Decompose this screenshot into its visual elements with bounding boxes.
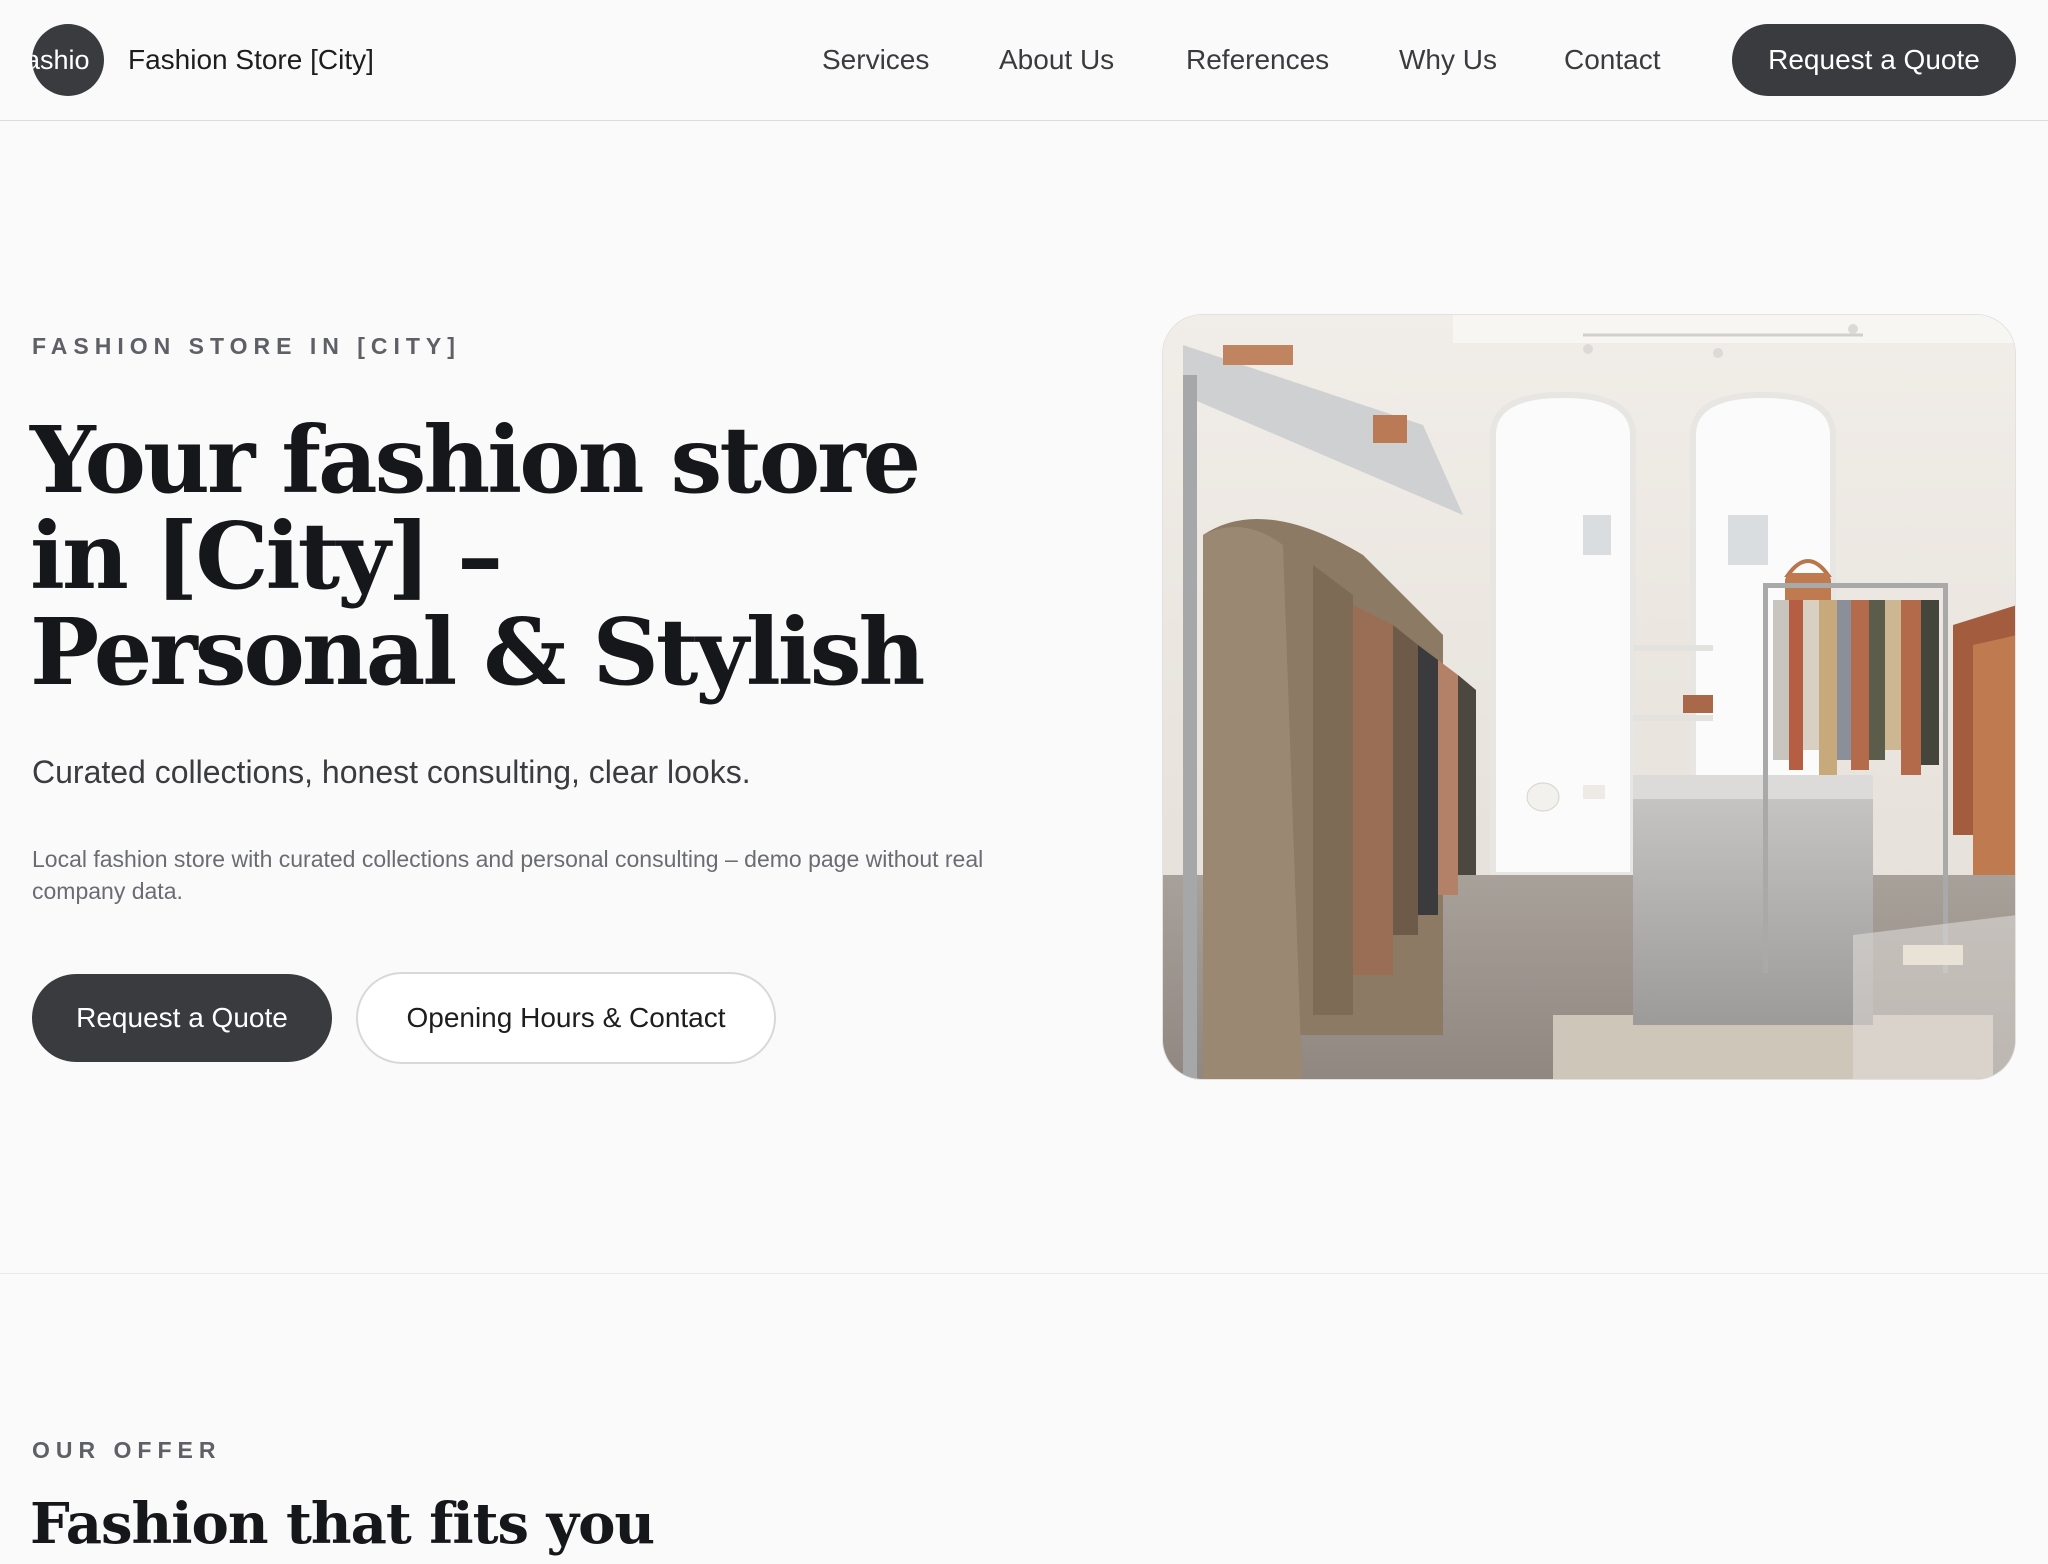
section-divider (0, 1273, 2048, 1274)
store-interior-photo (1162, 314, 2016, 1080)
header-request-quote-button[interactable]: Request a Quote (1732, 24, 2016, 96)
nav-item-services[interactable]: Services (822, 40, 929, 80)
logo-icon[interactable]: ashio (32, 24, 104, 96)
hero-request-quote-button[interactable]: Request a Quote (32, 974, 332, 1062)
site-header: ashio Fashion Store [City] Services Abou… (0, 0, 2048, 121)
logo-text: ashio (32, 45, 90, 75)
nav-item-about-us[interactable]: About Us (999, 40, 1114, 80)
offer-title: Fashion that fits you (30, 1491, 655, 1557)
hero-description: Local fashion store with curated collect… (32, 846, 984, 904)
hero-title: Your fashion store in [City] – Personal … (30, 406, 925, 706)
opening-hours-contact-button[interactable]: Opening Hours & Contact (356, 972, 776, 1064)
store-interior-illustration (1163, 315, 2015, 1079)
nav-item-references[interactable]: References (1186, 40, 1329, 80)
offer-eyebrow: OUR OFFER (32, 1437, 222, 1463)
hero-eyebrow: FASHION STORE IN [CITY] (32, 333, 461, 359)
nav-item-contact[interactable]: Contact (1564, 40, 1661, 80)
brand-name[interactable]: Fashion Store [City] (128, 40, 374, 80)
hero-subtitle: Curated collections, honest consulting, … (32, 754, 751, 790)
nav-item-why-us[interactable]: Why Us (1399, 40, 1497, 80)
